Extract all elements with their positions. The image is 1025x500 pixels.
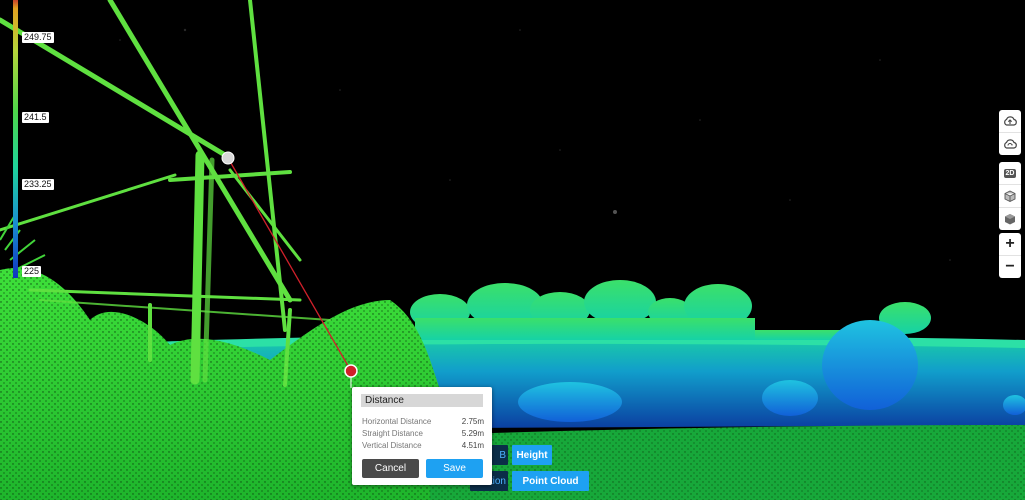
- cube-solid-icon: [1004, 213, 1016, 225]
- view-mode-tools: 2D: [999, 162, 1021, 230]
- popup-title: Distance: [361, 394, 483, 407]
- point-cloud-viewport[interactable]: [0, 0, 1025, 500]
- horizontal-distance-row: Horizontal Distance 2.75m: [362, 416, 484, 427]
- legend-label-min: 225: [22, 266, 42, 277]
- legend-label-max: 249.75: [22, 32, 54, 43]
- cloud-sync-button[interactable]: [999, 132, 1021, 155]
- legend-label-mid: 233.25: [22, 179, 54, 190]
- save-button[interactable]: Save: [426, 459, 483, 478]
- row-label: Straight Distance: [362, 429, 423, 438]
- cube-outline-icon: [1004, 190, 1016, 202]
- view-3d-solid-button[interactable]: [999, 207, 1021, 230]
- view-3d-outline-button[interactable]: [999, 184, 1021, 207]
- cloud-upload-button[interactable]: [999, 110, 1021, 132]
- row-label: Horizontal Distance: [362, 417, 432, 426]
- zoom-in-icon: +: [1005, 235, 1015, 252]
- row-value: 2.75m: [461, 417, 484, 426]
- distance-popup: Distance Horizontal Distance 2.75m Strai…: [352, 387, 492, 485]
- view-2d-icon: 2D: [1003, 168, 1017, 178]
- zoom-in-button[interactable]: +: [999, 233, 1021, 255]
- zoom-out-button[interactable]: −: [999, 255, 1021, 278]
- height-mode-button[interactable]: Height: [512, 445, 552, 465]
- cancel-button[interactable]: Cancel: [362, 459, 419, 478]
- view-2d-button[interactable]: 2D: [999, 162, 1021, 184]
- point-cloud-mode-button[interactable]: Point Cloud: [512, 471, 589, 491]
- measure-end-point[interactable]: [344, 364, 358, 378]
- vertical-distance-row: Vertical Distance 4.51m: [362, 440, 484, 451]
- cloud-tools: [999, 110, 1021, 155]
- row-value: 4.51m: [461, 441, 484, 450]
- legend-label-high: 241.5: [22, 112, 49, 123]
- row-value: 5.29m: [461, 429, 484, 438]
- elevation-color-bar: [13, 0, 18, 278]
- cloud-sync-icon: [1003, 138, 1017, 150]
- cloud-upload-icon: [1003, 115, 1017, 127]
- row-label: Vertical Distance: [362, 441, 422, 450]
- zoom-out-icon: −: [1005, 258, 1015, 275]
- zoom-tools: + −: [999, 233, 1021, 278]
- straight-distance-row: Straight Distance 5.29m: [362, 428, 484, 439]
- measure-start-point[interactable]: [221, 151, 235, 165]
